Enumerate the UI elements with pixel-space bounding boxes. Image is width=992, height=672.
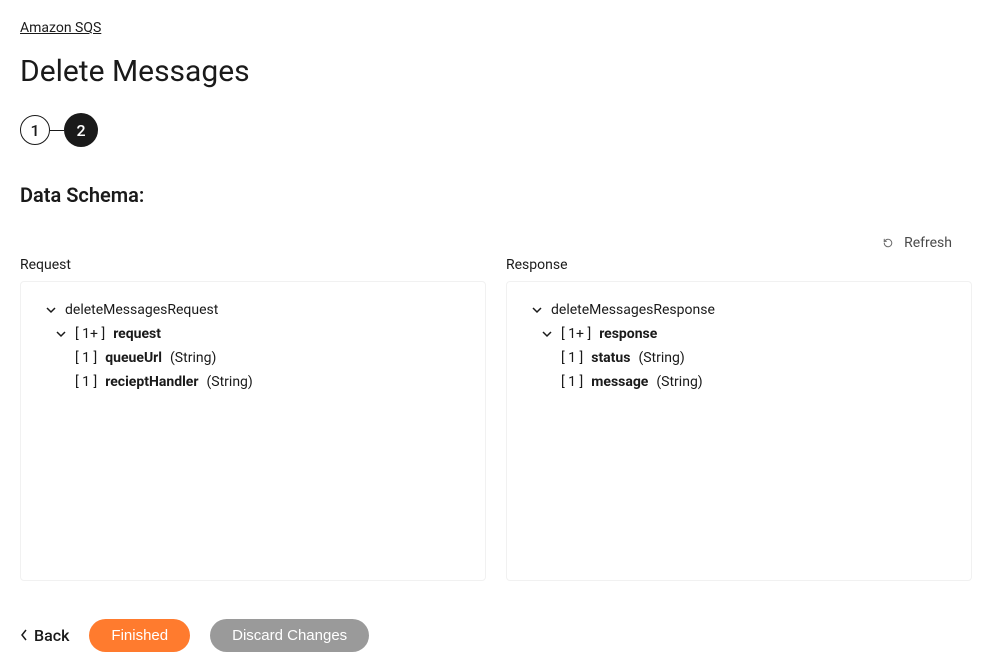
tree-group-card: [ 1+ ]: [75, 326, 105, 342]
tree-field-name: recieptHandler: [105, 374, 198, 390]
tree-field-type: (String): [656, 374, 702, 390]
request-panel: deleteMessagesRequest [ 1+ ] request [ 1…: [20, 281, 486, 581]
breadcrumb-link[interactable]: Amazon SQS: [20, 20, 101, 36]
tree-group-card: [ 1+ ]: [561, 326, 591, 342]
tree-field-card: [ 1 ]: [561, 350, 583, 366]
step-1[interactable]: 1: [20, 115, 50, 145]
discard-changes-button[interactable]: Discard Changes: [210, 619, 369, 652]
step-2[interactable]: 2: [64, 113, 98, 147]
step-connector: [50, 130, 64, 131]
chevron-down-icon: [531, 304, 543, 316]
tree-field-card: [ 1 ]: [561, 374, 583, 390]
tree-root-name: deleteMessagesResponse: [551, 302, 715, 318]
tree-field[interactable]: [ 1 ] status (String): [561, 350, 947, 366]
response-panel: deleteMessagesResponse [ 1+ ] response […: [506, 281, 972, 581]
tree-group-name: request: [113, 326, 161, 342]
tree-group-response[interactable]: [ 1+ ] response: [541, 326, 947, 342]
tree-field-name: message: [591, 374, 648, 390]
chevron-left-icon: [20, 626, 28, 645]
back-label: Back: [34, 626, 69, 645]
finished-button[interactable]: Finished: [89, 619, 190, 652]
tree-field[interactable]: [ 1 ] queueUrl (String): [75, 350, 461, 366]
tree-field-name: queueUrl: [105, 350, 162, 366]
tree-field-name: status: [591, 350, 630, 366]
refresh-label: Refresh: [904, 235, 952, 251]
tree-root-name: deleteMessagesRequest: [65, 302, 218, 318]
back-button[interactable]: Back: [20, 626, 69, 645]
stepper: 1 2: [20, 113, 972, 147]
tree-field[interactable]: [ 1 ] recieptHandler (String): [75, 374, 461, 390]
page-title: Delete Messages: [20, 54, 972, 89]
refresh-icon: [882, 237, 894, 249]
tree-root-request[interactable]: deleteMessagesRequest: [45, 302, 461, 318]
tree-field-card: [ 1 ]: [75, 350, 97, 366]
chevron-down-icon: [55, 328, 67, 340]
breadcrumb: Amazon SQS: [20, 20, 972, 36]
chevron-down-icon: [541, 328, 553, 340]
tree-field-type: (String): [638, 350, 684, 366]
tree-group-name: response: [599, 326, 657, 342]
tree-field-type: (String): [170, 350, 216, 366]
chevron-down-icon: [45, 304, 57, 316]
refresh-button[interactable]: Refresh: [882, 235, 952, 251]
response-panel-label: Response: [506, 257, 972, 273]
tree-root-response[interactable]: deleteMessagesResponse: [531, 302, 947, 318]
tree-group-request[interactable]: [ 1+ ] request: [55, 326, 461, 342]
tree-field[interactable]: [ 1 ] message (String): [561, 374, 947, 390]
tree-field-card: [ 1 ]: [75, 374, 97, 390]
tree-field-type: (String): [206, 374, 252, 390]
section-title: Data Schema:: [20, 183, 972, 207]
request-panel-label: Request: [20, 257, 486, 273]
